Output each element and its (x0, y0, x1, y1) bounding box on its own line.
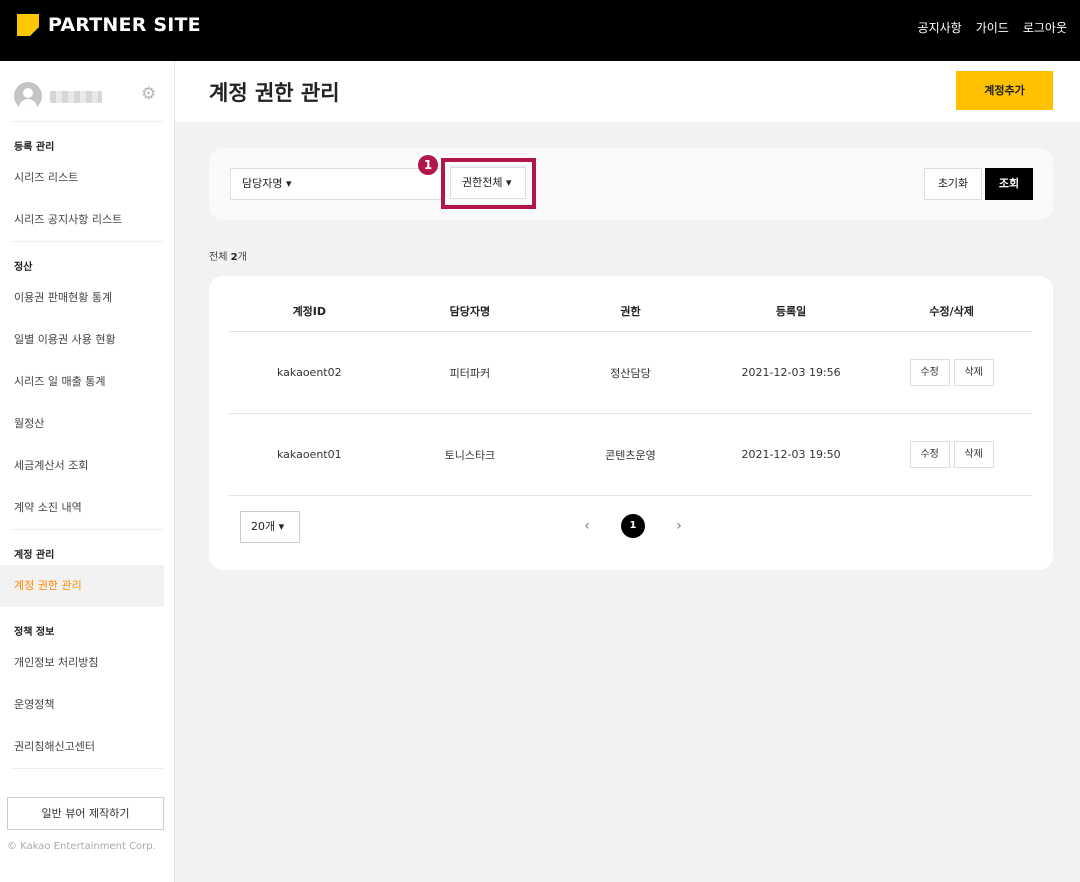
column-header: 계정ID (292, 304, 327, 318)
total-count: 전체 2개 (209, 248, 247, 263)
page-size-label: 20개 (251, 520, 276, 533)
cell-actions: 수정 삭제 (871, 332, 1032, 413)
sidebar-item-monthly-settlement[interactable]: 월정산 (0, 403, 174, 445)
section-settlement: 정산 (14, 262, 33, 273)
nav-guide[interactable]: 가이드 (976, 19, 1009, 36)
step-marker: 1 (418, 155, 438, 175)
column-header: 등록일 (775, 304, 807, 318)
table-row: kakaoent01 토니스타크 콘텐츠운영 2021-12-03 19:50 … (229, 414, 1032, 496)
sidebar-item-series-notice-list[interactable]: 시리즈 공지사항 리스트 (0, 199, 174, 241)
cell-permission: 정산담당 (610, 366, 651, 380)
page-title: 계정 권한 관리 (209, 81, 340, 105)
top-nav: 공지사항 가이드 로그아웃 (918, 19, 1067, 36)
edit-button[interactable]: 수정 (909, 441, 950, 468)
nav-notice[interactable]: 공지사항 (918, 19, 962, 36)
table-header: 계정ID 담당자명 권한 등록일 수정/삭제 (229, 290, 1032, 332)
cell-registered-date: 2021-12-03 19:50 (741, 448, 841, 461)
table-row: kakaoent02 피터파커 정산담당 2021-12-03 19:56 수정… (229, 332, 1032, 414)
edit-button[interactable]: 수정 (909, 359, 950, 386)
sidebar-item-contract-usage[interactable]: 계약 소진 내역 (0, 487, 174, 529)
total-prefix: 전체 (209, 252, 231, 263)
sidebar-item-rights-report[interactable]: 권리침해신고센터 (0, 726, 174, 768)
top-bar: PARTNER SITE 공지사항 가이드 로그아웃 (0, 0, 1080, 61)
user-name-blurred (50, 91, 102, 103)
divider (10, 768, 164, 769)
sidebar-item-privacy-policy[interactable]: 개인정보 처리방침 (0, 642, 174, 684)
cell-manager-name: 토니스타크 (444, 448, 496, 462)
reset-button[interactable]: 초기화 (924, 168, 982, 200)
manager-name-select[interactable]: 담당자명 ▾ (230, 168, 443, 200)
chevron-right-icon[interactable]: › (671, 518, 687, 534)
pagination: ‹ 1 › (579, 514, 687, 538)
filter-panel: 담당자명 ▾ 권한전체 ▾ 1 초기화 조회 (209, 148, 1053, 220)
cell-account-id: kakaoent02 (276, 366, 342, 379)
account-table: 계정ID 담당자명 권한 등록일 수정/삭제 kakaoent02 피터파커 정… (209, 276, 1053, 570)
sidebar-item-account-permissions[interactable]: 계정 권한 관리 (0, 565, 164, 607)
delete-button[interactable]: 삭제 (953, 359, 994, 386)
cell-account-id: kakaoent01 (276, 448, 342, 461)
cell-registered-date: 2021-12-03 19:56 (741, 366, 841, 379)
page-number-current[interactable]: 1 (621, 514, 645, 538)
caret-down-icon: ▾ (285, 177, 292, 190)
avatar (14, 82, 42, 110)
caret-down-icon: ▾ (278, 520, 285, 533)
sidebar-item-series-list[interactable]: 시리즈 리스트 (0, 157, 174, 199)
cell-actions: 수정 삭제 (871, 414, 1032, 495)
manager-name-select-label: 담당자명 (242, 177, 283, 190)
chevron-left-icon[interactable]: ‹ (579, 518, 595, 534)
section-policy: 정책 정보 (14, 627, 55, 638)
highlight-box (441, 158, 536, 209)
column-header: 권한 (620, 304, 641, 318)
sidebar-item-operation-policy[interactable]: 운영정책 (0, 684, 174, 726)
sidebar-item-series-daily-sales[interactable]: 시리즈 일 매출 통계 (0, 361, 174, 403)
brand-name: PARTNER SITE (48, 14, 201, 36)
create-viewer-button[interactable]: 일반 뷰어 제작하기 (7, 797, 164, 830)
sidebar: ⚙ 등록 관리 시리즈 리스트 시리즈 공지사항 리스트 정산 이용권 판매현황… (0, 61, 175, 882)
cell-manager-name: 피터파커 (449, 366, 491, 380)
logo[interactable]: PARTNER SITE (17, 14, 201, 36)
search-button[interactable]: 조회 (985, 168, 1033, 200)
sidebar-item-tax-invoice[interactable]: 세금계산서 조회 (0, 445, 174, 487)
logo-icon (17, 14, 39, 36)
gear-icon[interactable]: ⚙ (141, 86, 156, 103)
nav-logout[interactable]: 로그아웃 (1023, 19, 1067, 36)
total-number: 2 (230, 252, 238, 263)
section-registration: 등록 관리 (14, 142, 55, 153)
delete-button[interactable]: 삭제 (953, 441, 994, 468)
cell-permission: 콘텐츠운영 (605, 448, 656, 462)
copyright: © Kakao Entertainment Corp. (7, 841, 156, 852)
sidebar-item-pass-sales-stats[interactable]: 이용권 판매현황 통계 (0, 277, 174, 319)
profile: ⚙ (10, 61, 164, 122)
sidebar-item-daily-pass-usage[interactable]: 일별 이용권 사용 현황 (0, 319, 174, 361)
column-header: 수정/삭제 (929, 304, 974, 318)
add-account-button[interactable]: 계정추가 (956, 71, 1053, 110)
total-suffix: 개 (237, 252, 247, 263)
page-header: 계정 권한 관리 계정추가 (175, 61, 1080, 122)
section-account: 계정 관리 (14, 550, 55, 561)
column-header: 담당자명 (449, 304, 491, 318)
page-size-select[interactable]: 20개 ▾ (240, 511, 300, 543)
